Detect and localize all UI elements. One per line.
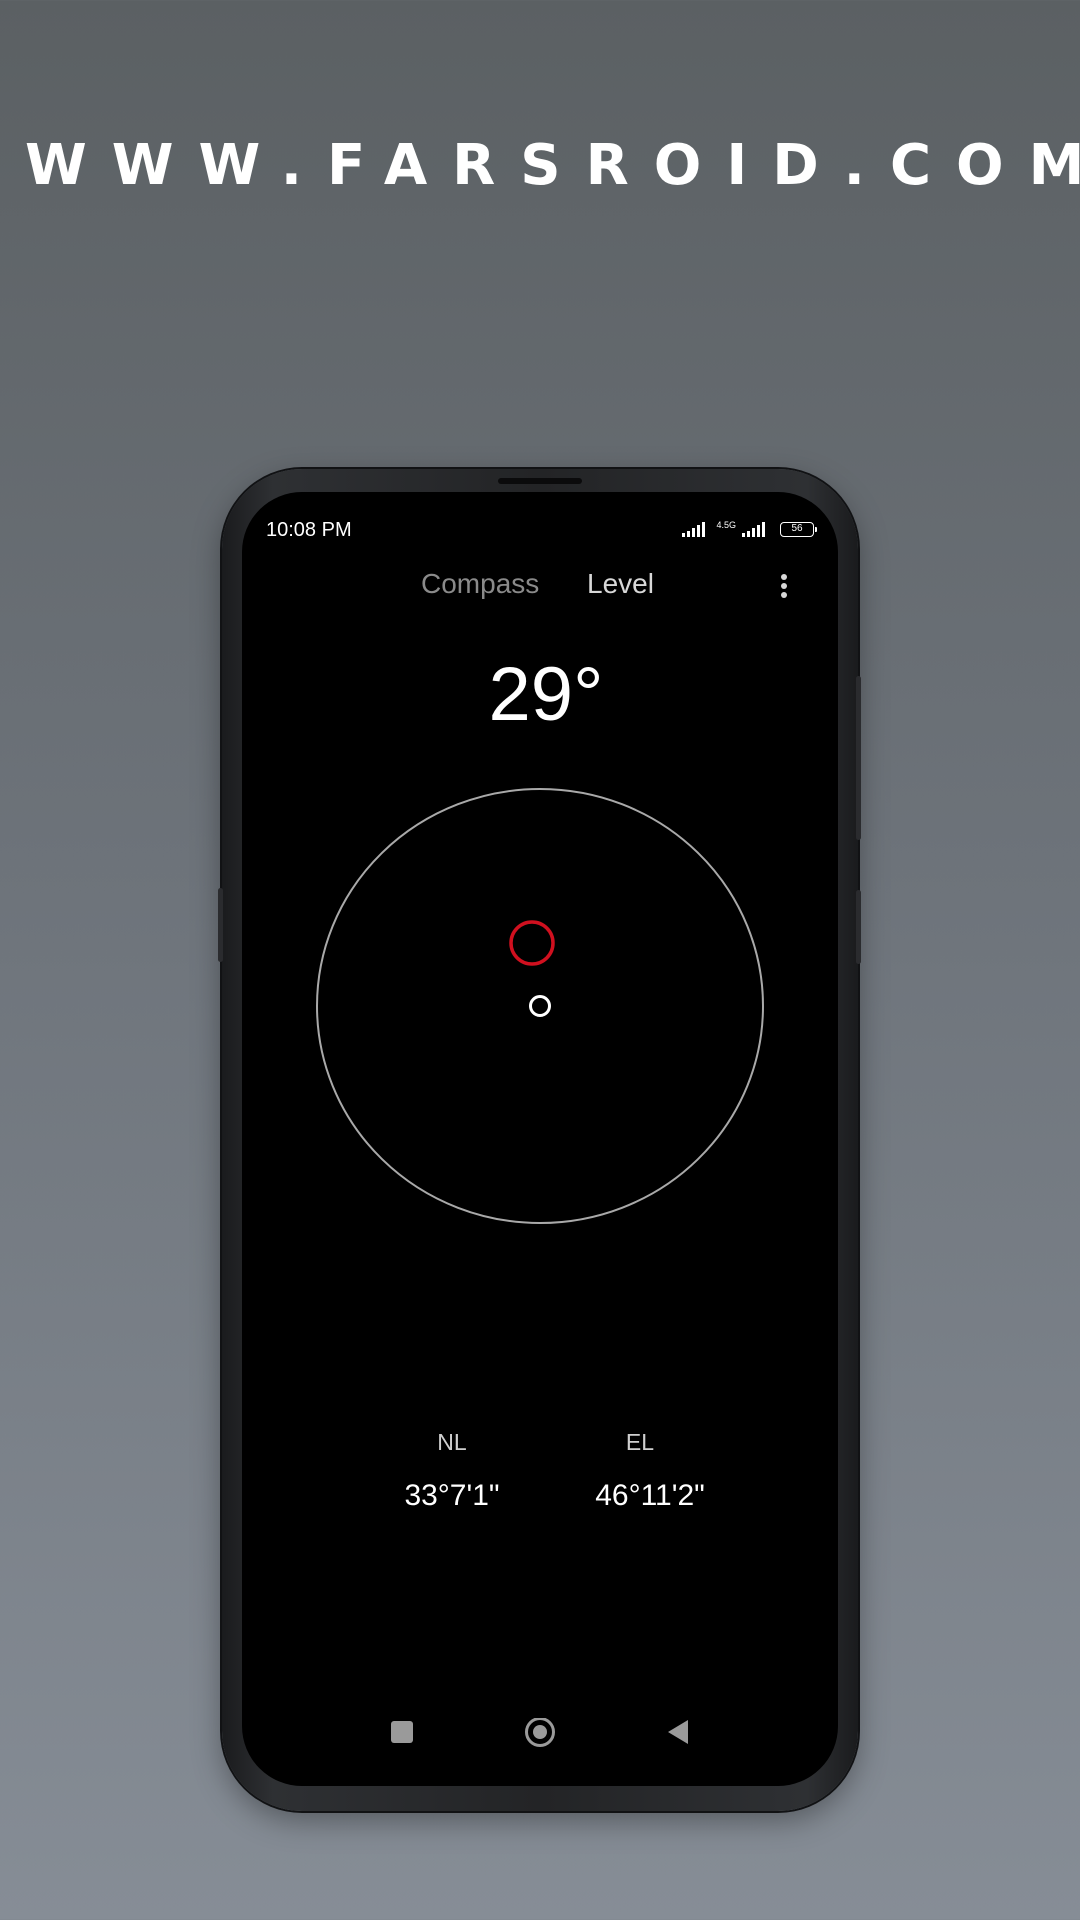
level-center-target bbox=[529, 995, 551, 1017]
longitude-value: 46°11'2" bbox=[595, 1479, 705, 1512]
volume-button bbox=[856, 676, 861, 840]
bubble-level bbox=[316, 788, 764, 1224]
longitude-label: EL bbox=[625, 1429, 655, 1455]
level-ring bbox=[316, 788, 764, 1224]
earpiece-speaker bbox=[498, 478, 582, 484]
level-bubble bbox=[509, 920, 555, 966]
watermark-text: WWW.FARSROID.COM bbox=[25, 133, 1080, 198]
recents-square-icon[interactable] bbox=[388, 1718, 416, 1746]
power-button bbox=[856, 890, 861, 964]
back-triangle-icon[interactable] bbox=[664, 1718, 692, 1746]
left-side-button bbox=[218, 888, 223, 962]
latitude-value: 33°7'1" bbox=[404, 1479, 500, 1512]
latitude-label: NL bbox=[437, 1429, 467, 1455]
phone-screen: 10:08 PM 4.5G 56 Compass Level 29° NL 33… bbox=[242, 492, 838, 1786]
home-circle-icon[interactable] bbox=[524, 1718, 556, 1750]
